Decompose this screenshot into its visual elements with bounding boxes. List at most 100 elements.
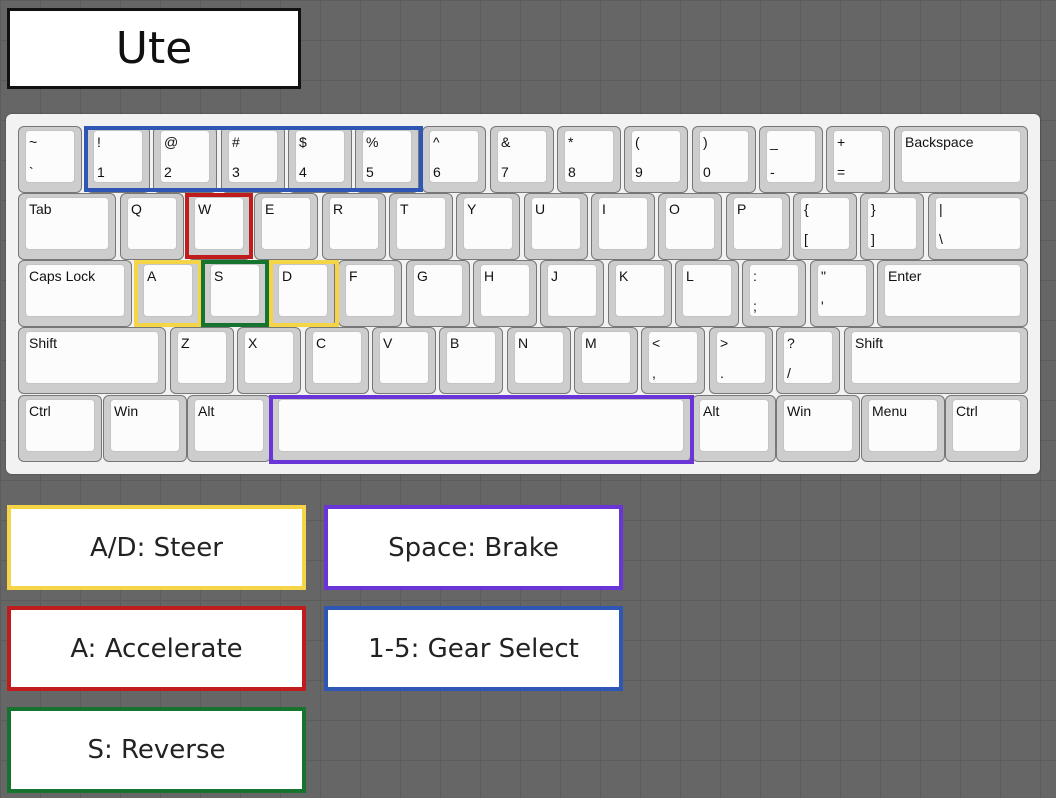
key-space[interactable] — [271, 395, 691, 462]
key-enter[interactable]: Enter — [877, 260, 1028, 327]
key-c-label: C — [316, 335, 327, 351]
key-8[interactable]: * 8 — [557, 126, 621, 193]
key-w-label: W — [198, 201, 212, 217]
key-i[interactable]: I — [591, 193, 655, 260]
key-t[interactable]: T — [389, 193, 453, 260]
key-x-label: X — [248, 335, 258, 351]
key-capslock[interactable]: Caps Lock — [18, 260, 132, 327]
key-h[interactable]: H — [473, 260, 537, 327]
key-p[interactable]: P — [726, 193, 790, 260]
key-0[interactable]: ) 0 — [692, 126, 756, 193]
key-right-alt[interactable]: Alt — [692, 395, 776, 462]
key-backspace-label: Backspace — [905, 134, 974, 150]
key-quote[interactable]: " ' — [810, 260, 874, 327]
key-5[interactable]: % 5 — [355, 126, 419, 193]
key-right-ctrl[interactable]: Ctrl — [945, 395, 1028, 462]
key-i-label: I — [602, 201, 606, 217]
key-minus-label: - — [770, 164, 775, 180]
key-j-label: J — [551, 268, 558, 284]
key-q[interactable]: Q — [120, 193, 184, 260]
key-rbracket-shift-label: } — [871, 201, 876, 217]
key-7-label: 7 — [501, 164, 509, 180]
key-a[interactable]: A — [136, 260, 200, 327]
key-right-ctrl-label: Ctrl — [956, 403, 978, 419]
key-v[interactable]: V — [372, 327, 436, 394]
key-1[interactable]: ! 1 — [86, 126, 150, 193]
key-6-shift-label: ^ — [433, 134, 440, 150]
key-9[interactable]: (9 — [624, 126, 688, 193]
key-right-alt-label: Alt — [703, 403, 720, 419]
key-e[interactable]: E — [254, 193, 318, 260]
key-6[interactable]: ^ 6 — [422, 126, 486, 193]
key-minus-shift-label: _ — [770, 134, 778, 150]
key-backslash[interactable]: | \ — [928, 193, 1028, 260]
key-equals-label: = — [837, 164, 846, 180]
key-comma-shift-label: < — [652, 335, 661, 351]
key-o[interactable]: O — [658, 193, 722, 260]
key-o-label: O — [669, 201, 680, 217]
key-p-label: P — [737, 201, 747, 217]
key-rbracket[interactable]: }] — [860, 193, 924, 260]
key-minus[interactable]: _ - — [759, 126, 823, 193]
key-menu[interactable]: Menu — [861, 395, 945, 462]
key-z[interactable]: Z — [170, 327, 234, 394]
key-1-shift-label: ! — [97, 134, 101, 150]
key-8-shift-label: * — [568, 134, 574, 150]
key-w[interactable]: W — [187, 193, 251, 260]
key-left-alt[interactable]: Alt — [187, 395, 271, 462]
key-rbracket-label: ] — [871, 231, 875, 247]
key-slash[interactable]: ? / — [776, 327, 840, 394]
key-c[interactable]: C — [305, 327, 369, 394]
key-r[interactable]: R — [322, 193, 386, 260]
key-r-label: R — [333, 201, 344, 217]
key-lbracket-shift-label: { — [804, 201, 809, 217]
key-left-win[interactable]: Win — [103, 395, 187, 462]
key-left-shift[interactable]: Shift — [18, 327, 166, 394]
key-u-label: U — [535, 201, 546, 217]
key-m-label: M — [585, 335, 597, 351]
key-5-shift-label: % — [366, 134, 379, 150]
key-7[interactable]: & 7 — [490, 126, 554, 193]
key-f[interactable]: F — [338, 260, 402, 327]
key-m[interactable]: M — [574, 327, 638, 394]
key-equals[interactable]: + = — [826, 126, 890, 193]
key-period-shift-label: > — [720, 335, 729, 351]
key-4-shift-label: $ — [299, 134, 307, 150]
key-tilde[interactable]: ~ ` — [18, 126, 82, 193]
key-l[interactable]: L — [675, 260, 739, 327]
key-semicolon[interactable]: :; — [742, 260, 806, 327]
key-semicolon-label: ; — [753, 298, 757, 314]
key-s[interactable]: S — [203, 260, 267, 327]
key-slash-shift-label: ? — [787, 335, 795, 351]
key-y[interactable]: Y — [456, 193, 520, 260]
key-comma[interactable]: <, — [641, 327, 705, 394]
key-j[interactable]: J — [540, 260, 604, 327]
key-x[interactable]: X — [237, 327, 301, 394]
key-left-ctrl[interactable]: Ctrl — [18, 395, 102, 462]
key-3[interactable]: #3 — [221, 126, 285, 193]
key-n-label: N — [518, 335, 529, 351]
key-backslash-shift-label: | — [939, 201, 943, 217]
key-t-label: T — [400, 201, 409, 217]
key-right-win[interactable]: Win — [776, 395, 860, 462]
key-right-shift[interactable]: Shift — [844, 327, 1028, 394]
key-n[interactable]: N — [507, 327, 571, 394]
key-y-label: Y — [467, 201, 477, 217]
key-d[interactable]: D — [271, 260, 335, 327]
key-tab[interactable]: Tab — [18, 193, 116, 260]
key-4[interactable]: $4 — [288, 126, 352, 193]
key-u[interactable]: U — [524, 193, 588, 260]
legend-gear-select: 1-5: Gear Select — [324, 606, 623, 691]
key-2[interactable]: @2 — [153, 126, 217, 193]
key-left-shift-label: Shift — [29, 335, 58, 351]
key-l-label: L — [686, 268, 694, 284]
key-k[interactable]: K — [608, 260, 672, 327]
key-2-label: 2 — [164, 164, 172, 180]
key-g[interactable]: G — [406, 260, 470, 327]
key-lbracket[interactable]: {[ — [793, 193, 857, 260]
key-period[interactable]: >. — [709, 327, 773, 394]
key-backspace[interactable]: Backspace — [894, 126, 1028, 193]
key-tilde-label: ` — [29, 164, 34, 180]
key-semicolon-shift-label: : — [753, 268, 757, 284]
key-b[interactable]: B — [439, 327, 503, 394]
